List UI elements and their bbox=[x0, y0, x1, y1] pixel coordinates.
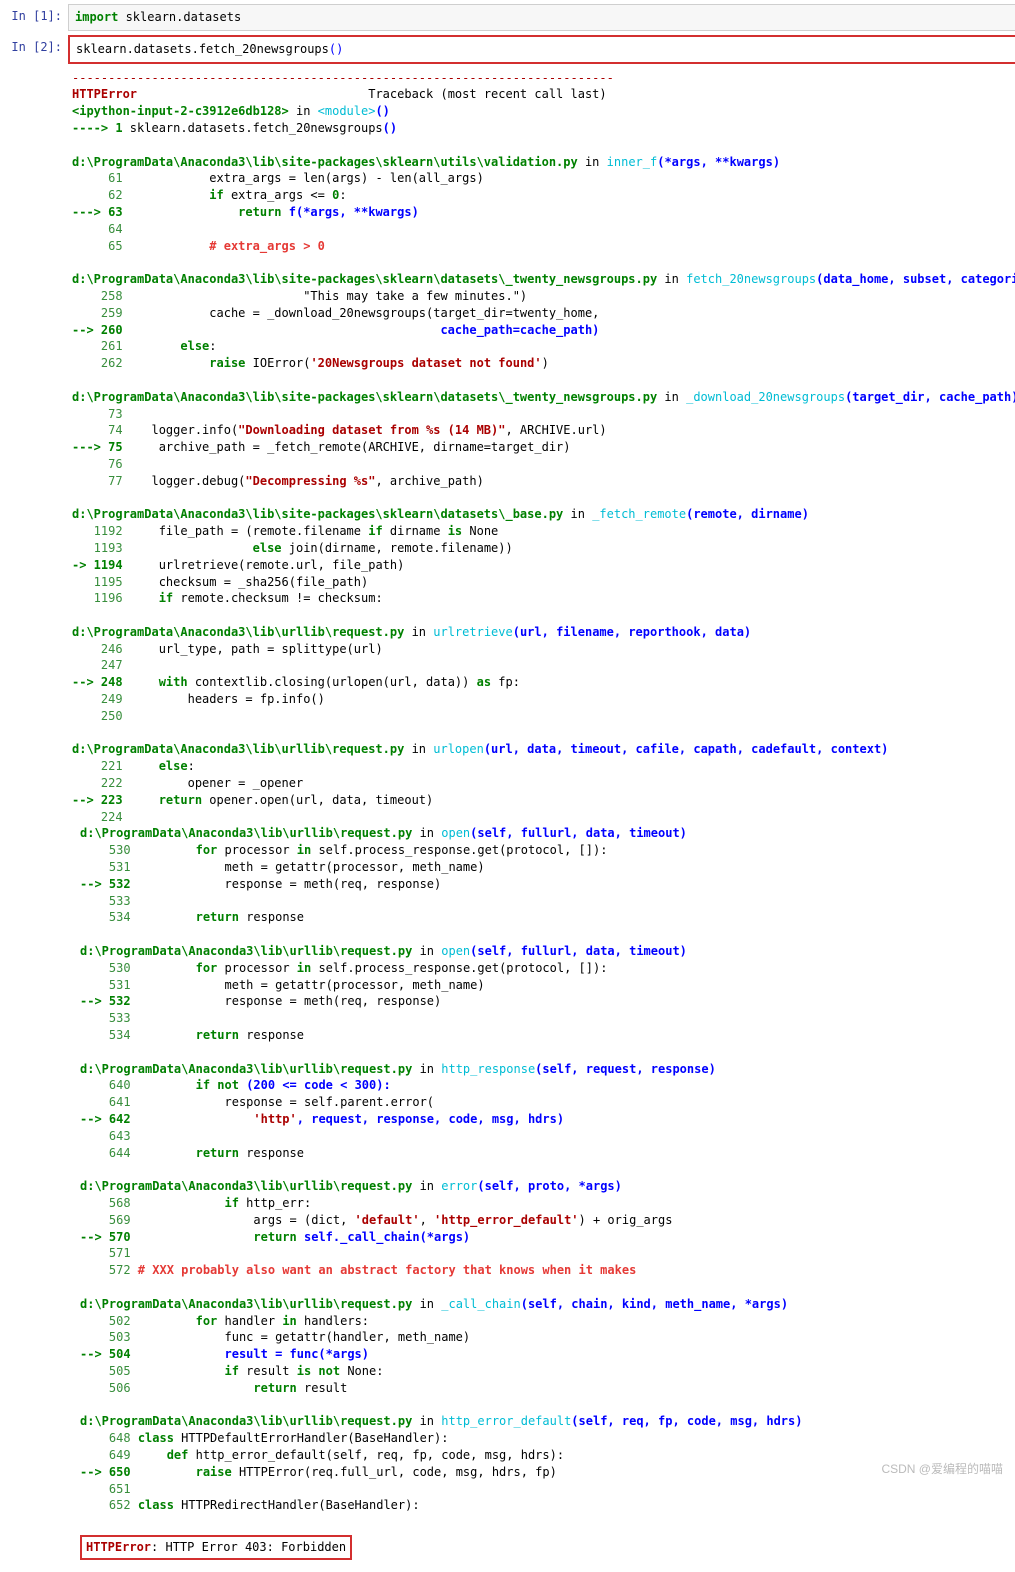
frame-11-l503: 503 func = getattr(handler, meth_name) bbox=[80, 1329, 1015, 1346]
frame-2-l260: --> 260 cache_path=cache_path) bbox=[72, 322, 1015, 339]
frame-6-l221: 221 else: bbox=[72, 758, 1015, 775]
traceback-label: Traceback (most recent call last) bbox=[137, 87, 607, 101]
module-name: sklearn.datasets bbox=[118, 10, 241, 24]
frame-10-l569: 569 args = (dict, 'default', 'http_error… bbox=[80, 1212, 1015, 1229]
frame-10-l572: 572 # XXX probably also want an abstract… bbox=[80, 1262, 1015, 1279]
frame-2-l261: 261 else: bbox=[72, 338, 1015, 355]
frame-10-header: d:\ProgramData\Anaconda3\lib\urllib\requ… bbox=[80, 1178, 1015, 1195]
keyword-import: import bbox=[75, 10, 118, 24]
frame-12-header: d:\ProgramData\Anaconda3\lib\urllib\requ… bbox=[80, 1413, 1015, 1430]
frame-9-l643: 643 bbox=[80, 1128, 1015, 1145]
frame-1-l65: 65 # extra_args > 0 bbox=[72, 238, 1015, 255]
call-paren: () bbox=[329, 42, 343, 56]
frame-12-l652: 652 class HTTPRedirectHandler(BaseHandle… bbox=[80, 1497, 1015, 1514]
frame-8-l531: 531 meth = getattr(processor, meth_name) bbox=[80, 977, 1015, 994]
code-cell-2: In [2]: sklearn.datasets.fetch_20newsgro… bbox=[4, 35, 1015, 64]
frame-3-header: d:\ProgramData\Anaconda3\lib\site-packag… bbox=[72, 389, 1015, 406]
frame-10-l571: 571 bbox=[80, 1245, 1015, 1262]
frame-6-header: d:\ProgramData\Anaconda3\lib\urllib\requ… bbox=[72, 741, 1015, 758]
code-input-1[interactable]: import sklearn.datasets bbox=[68, 4, 1015, 31]
frame-2-header: d:\ProgramData\Anaconda3\lib\site-packag… bbox=[72, 271, 1015, 288]
frame-3-l77: 77 logger.debug("Decompressing %s", arch… bbox=[72, 473, 1015, 490]
traceback-divider: ----------------------------------------… bbox=[72, 70, 612, 87]
frame-12-l650: --> 650 raise HTTPError(req.full_url, co… bbox=[80, 1464, 1015, 1481]
frame-4-l1192: 1192 file_path = (remote.filename if dir… bbox=[72, 523, 1015, 540]
frame-3-l75: ---> 75 archive_path = _fetch_remote(ARC… bbox=[72, 439, 1015, 456]
frame-11-l504: --> 504 result = func(*args) bbox=[80, 1346, 1015, 1363]
frame-8-l532: --> 532 response = meth(req, response) bbox=[80, 993, 1015, 1010]
frame-7-l531: 531 meth = getattr(processor, meth_name) bbox=[80, 859, 1015, 876]
frame-12-l648: 648 class HTTPDefaultErrorHandler(BaseHa… bbox=[80, 1430, 1015, 1447]
frame-5-l249: 249 headers = fp.info() bbox=[72, 691, 1015, 708]
frame-1-header: d:\ProgramData\Anaconda3\lib\site-packag… bbox=[72, 154, 1015, 171]
code-text: sklearn.datasets.fetch_20newsgroups bbox=[76, 42, 329, 56]
frame-5-l247: 247 bbox=[72, 657, 1015, 674]
frame-1-l63: ---> 63 return f(*args, **kwargs) bbox=[72, 204, 1015, 221]
frame-12-l649: 649 def http_error_default(self, req, fp… bbox=[80, 1447, 1015, 1464]
final-error-box: HTTPError: HTTP Error 403: Forbidden bbox=[80, 1535, 352, 1560]
frame-9-l641: 641 response = self.parent.error( bbox=[80, 1094, 1015, 1111]
frame-12-l651: 651 bbox=[80, 1481, 1015, 1498]
code-cell-1: In [1]: import sklearn.datasets bbox=[4, 4, 1015, 31]
frame-1-l62: 62 if extra_args <= 0: bbox=[72, 187, 1015, 204]
input-prompt-1: In [1]: bbox=[4, 4, 68, 31]
frame-2-l262: 262 raise IOError('20Newsgroups dataset … bbox=[72, 355, 1015, 372]
frame-9-l644: 644 return response bbox=[80, 1145, 1015, 1162]
frame-3-l74: 74 logger.info("Downloading dataset from… bbox=[72, 422, 1015, 439]
frame-7-header: d:\ProgramData\Anaconda3\lib\urllib\requ… bbox=[80, 825, 1015, 842]
frame-3-l76: 76 bbox=[72, 456, 1015, 473]
frame-11-l506: 506 return result bbox=[80, 1380, 1015, 1397]
indented-frames: d:\ProgramData\Anaconda3\lib\urllib\requ… bbox=[80, 825, 1015, 1559]
exec-line: ----> 1 sklearn.datasets.fetch_20newsgro… bbox=[72, 120, 1015, 137]
frame-5-l246: 246 url_type, path = splittype(url) bbox=[72, 641, 1015, 658]
frame-2-l258: 258 "This may take a few minutes.") bbox=[72, 288, 1015, 305]
frame-9-l642: --> 642 'http', request, response, code,… bbox=[80, 1111, 1015, 1128]
frame-4-l1194: -> 1194 urlretrieve(remote.url, file_pat… bbox=[72, 557, 1015, 574]
frame-6-l222: 222 opener = _opener bbox=[72, 775, 1015, 792]
ipython-input-loc: <ipython-input-2-c3912e6db128> in <modul… bbox=[72, 103, 1015, 120]
frame-10-l568: 568 if http_err: bbox=[80, 1195, 1015, 1212]
frame-4-l1195: 1195 checksum = _sha256(file_path) bbox=[72, 574, 1015, 591]
frame-7-l533: 533 bbox=[80, 893, 1015, 910]
frame-2-l259: 259 cache = _download_20newsgroups(targe… bbox=[72, 305, 1015, 322]
frame-7-l532: --> 532 response = meth(req, response) bbox=[80, 876, 1015, 893]
frame-6-l224: 224 bbox=[72, 809, 1015, 826]
frame-9-header: d:\ProgramData\Anaconda3\lib\urllib\requ… bbox=[80, 1061, 1015, 1078]
frame-5-l250: 250 bbox=[72, 708, 1015, 725]
error-name: HTTPError bbox=[72, 87, 137, 101]
code-input-2[interactable]: sklearn.datasets.fetch_20newsgroups() bbox=[68, 35, 1015, 64]
frame-4-header: d:\ProgramData\Anaconda3\lib\site-packag… bbox=[72, 506, 1015, 523]
frame-11-header: d:\ProgramData\Anaconda3\lib\urllib\requ… bbox=[80, 1296, 1015, 1313]
frame-9-l640: 640 if not (200 <= code < 300): bbox=[80, 1077, 1015, 1094]
frame-7-l530: 530 for processor in self.process_respon… bbox=[80, 842, 1015, 859]
frame-6-l223: --> 223 return opener.open(url, data, ti… bbox=[72, 792, 1015, 809]
traceback-output: ----------------------------------------… bbox=[62, 68, 1015, 1568]
error-header: HTTPError Traceback (most recent call la… bbox=[72, 86, 1015, 103]
frame-7-l534: 534 return response bbox=[80, 909, 1015, 926]
frame-5-header: d:\ProgramData\Anaconda3\lib\urllib\requ… bbox=[72, 624, 1015, 641]
frame-4-l1196: 1196 if remote.checksum != checksum: bbox=[72, 590, 1015, 607]
frame-11-l502: 502 for handler in handlers: bbox=[80, 1313, 1015, 1330]
frame-10-l570: --> 570 return self._call_chain(*args) bbox=[80, 1229, 1015, 1246]
watermark: CSDN @爱编程的喵喵 bbox=[881, 1461, 1003, 1478]
frame-8-l530: 530 for processor in self.process_respon… bbox=[80, 960, 1015, 977]
frame-11-l505: 505 if result is not None: bbox=[80, 1363, 1015, 1380]
final-error-msg: : HTTP Error 403: Forbidden bbox=[151, 1540, 346, 1554]
frame-5-l248: --> 248 with contextlib.closing(urlopen(… bbox=[72, 674, 1015, 691]
input-prompt-2: In [2]: bbox=[4, 35, 68, 64]
frame-8-l533: 533 bbox=[80, 1010, 1015, 1027]
frame-8-l534: 534 return response bbox=[80, 1027, 1015, 1044]
frame-1-l61: 61 extra_args = len(args) - len(all_args… bbox=[72, 170, 1015, 187]
frame-3-l73: 73 bbox=[72, 406, 1015, 423]
frame-1-l64: 64 bbox=[72, 221, 1015, 238]
frame-8-header: d:\ProgramData\Anaconda3\lib\urllib\requ… bbox=[80, 943, 1015, 960]
frame-4-l1193: 1193 else join(dirname, remote.filename)… bbox=[72, 540, 1015, 557]
final-error-name: HTTPError bbox=[86, 1540, 151, 1554]
